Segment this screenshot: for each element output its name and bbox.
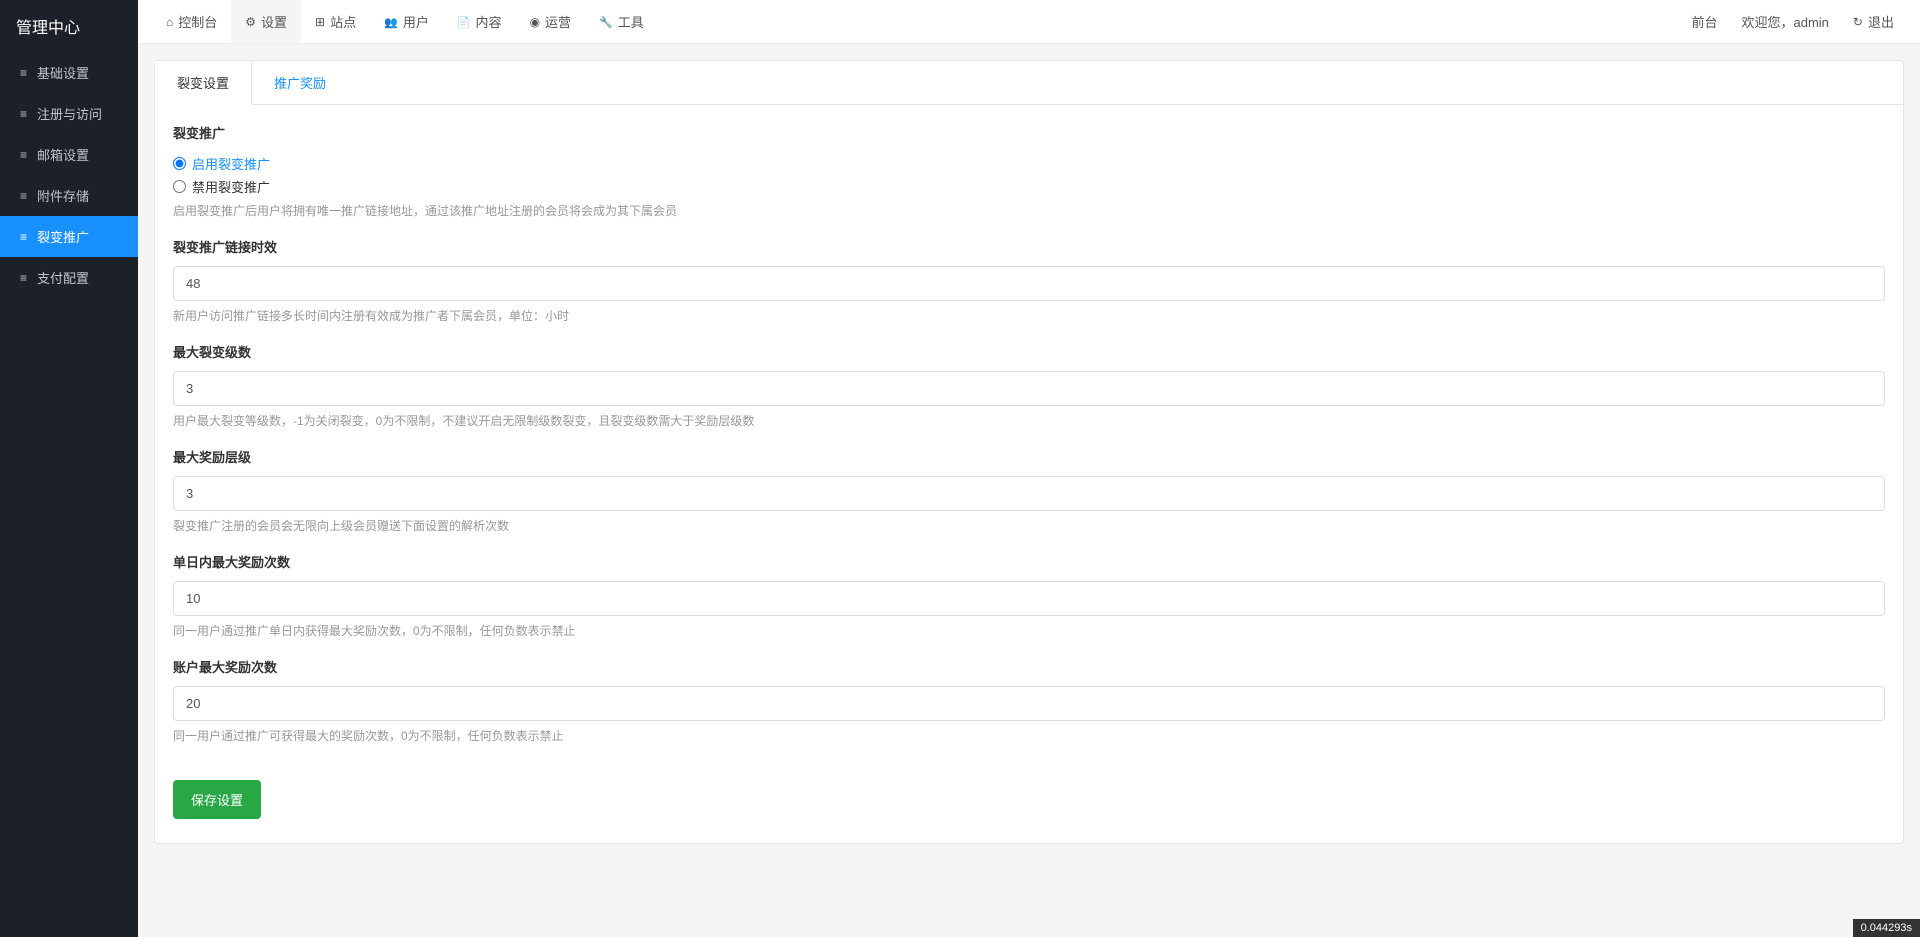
list-icon xyxy=(20,271,27,285)
account-max-reward-input[interactable] xyxy=(173,686,1885,721)
sidebar-item-label: 邮箱设置 xyxy=(37,145,89,164)
daily-max-reward-input[interactable] xyxy=(173,581,1885,616)
nav-console[interactable]: 控制台 xyxy=(152,0,231,43)
sidebar-title: 管理中心 xyxy=(0,0,138,52)
nav-logout[interactable]: 退出 xyxy=(1841,0,1906,43)
sidebar-item-label: 附件存储 xyxy=(37,186,89,205)
nav-operation[interactable]: 运营 xyxy=(516,0,586,43)
gear-icon xyxy=(245,15,256,29)
nav-welcome[interactable]: 欢迎您，admin xyxy=(1730,0,1841,43)
field-label: 账户最大奖励次数 xyxy=(173,657,1885,676)
globe-icon xyxy=(530,15,540,29)
nav-settings[interactable]: 设置 xyxy=(231,0,301,43)
max-reward-level-input[interactable] xyxy=(173,476,1885,511)
help-text: 新用户访问推广链接多长时间内注册有效成为推广者下属会员，单位：小时 xyxy=(173,307,1885,324)
sidebar-item-storage[interactable]: 附件存储 xyxy=(0,175,138,216)
section-title: 裂变推广 xyxy=(173,123,1885,142)
field-label: 裂变推广链接时效 xyxy=(173,237,1885,256)
sidebar-item-fission[interactable]: 裂变推广 xyxy=(0,216,138,257)
help-text: 用户最大裂变等级数，-1为关闭裂变，0为不限制，不建议开启无限制级数裂变，且裂变… xyxy=(173,412,1885,429)
radio-enable[interactable] xyxy=(173,157,186,170)
radio-disable[interactable] xyxy=(173,180,186,193)
timer-badge: 0.044293s xyxy=(1853,919,1920,937)
topnav: 控制台 设置 站点 用户 内容 运营 工具 前台 欢迎您，admin 退出 xyxy=(138,0,1920,44)
max-level-input[interactable] xyxy=(173,371,1885,406)
field-label: 单日内最大奖励次数 xyxy=(173,552,1885,571)
sidebar-item-register[interactable]: 注册与访问 xyxy=(0,93,138,134)
sidebar-item-label: 裂变推广 xyxy=(37,227,89,246)
grid-icon xyxy=(315,15,325,29)
link-timeout-input[interactable] xyxy=(173,266,1885,301)
nav-frontend[interactable]: 前台 xyxy=(1679,0,1729,43)
panel: 裂变设置 推广奖励 裂变推广 启用裂变推广 禁用裂变推广 xyxy=(154,60,1904,844)
sidebar-item-email[interactable]: 邮箱设置 xyxy=(0,134,138,175)
tab-settings[interactable]: 裂变设置 xyxy=(155,61,252,105)
field-label: 最大裂变级数 xyxy=(173,342,1885,361)
sidebar-item-label: 注册与访问 xyxy=(37,104,102,123)
radio-disable-label[interactable]: 禁用裂变推广 xyxy=(173,177,1885,196)
radio-enable-label[interactable]: 启用裂变推广 xyxy=(173,154,1885,173)
sidebar-item-label: 支付配置 xyxy=(37,268,89,287)
help-text: 同一用户通过推广可获得最大的奖励次数，0为不限制，任何负数表示禁止 xyxy=(173,727,1885,744)
tab-rewards[interactable]: 推广奖励 xyxy=(252,61,348,104)
wrench-icon xyxy=(599,15,613,29)
nav-tools[interactable]: 工具 xyxy=(585,0,658,43)
file-icon xyxy=(457,15,471,29)
help-text: 裂变推广注册的会员会无限向上级会员赠送下面设置的解析次数 xyxy=(173,517,1885,534)
field-label: 最大奖励层级 xyxy=(173,447,1885,466)
users-icon xyxy=(384,15,398,29)
nav-site[interactable]: 站点 xyxy=(301,0,370,43)
nav-users[interactable]: 用户 xyxy=(370,0,443,43)
help-text: 同一用户通过推广单日内获得最大奖励次数，0为不限制，任何负数表示禁止 xyxy=(173,622,1885,639)
save-button[interactable]: 保存设置 xyxy=(173,780,261,819)
list-icon xyxy=(20,230,27,244)
sidebar: 管理中心 基础设置 注册与访问 邮箱设置 附件存储 裂变推广 支付配置 xyxy=(0,0,138,937)
home-icon xyxy=(166,15,173,29)
sidebar-item-label: 基础设置 xyxy=(37,63,89,82)
list-icon xyxy=(20,148,27,162)
sidebar-item-basic[interactable]: 基础设置 xyxy=(0,52,138,93)
list-icon xyxy=(20,189,27,203)
nav-content[interactable]: 内容 xyxy=(443,0,516,43)
exit-icon xyxy=(1853,15,1863,29)
help-text: 启用裂变推广后用户将拥有唯一推广链接地址，通过该推广地址注册的会员将会成为其下属… xyxy=(173,202,1885,219)
sidebar-item-payment[interactable]: 支付配置 xyxy=(0,257,138,298)
list-icon xyxy=(20,107,27,121)
list-icon xyxy=(20,66,27,80)
